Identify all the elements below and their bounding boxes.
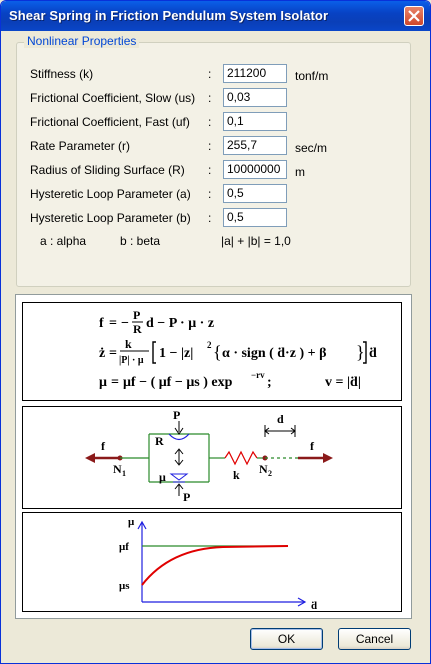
- radius-label: Radius of Sliding Surface (R): [30, 163, 185, 177]
- svg-text:=: =: [111, 375, 119, 390]
- p-top-label: P: [173, 408, 180, 422]
- close-button[interactable]: [404, 6, 424, 26]
- f-right-label: f: [310, 439, 315, 453]
- svg-text:=: =: [109, 316, 117, 331]
- n1-sub: 1: [122, 469, 126, 478]
- hysteretic-a-input[interactable]: 0,5: [223, 184, 287, 203]
- eq1-lhs: f: [99, 316, 104, 331]
- eq2-exp: 2: [207, 340, 212, 350]
- stiffness-label: Stiffness (k): [30, 67, 94, 81]
- n2-sub: 2: [268, 469, 272, 478]
- colon: :: [208, 163, 212, 177]
- eq1-rest: d − P · μ · z: [146, 316, 214, 331]
- n2-label: N: [259, 462, 268, 476]
- eq3-lhs: μ: [99, 375, 107, 390]
- mechanism-diagram-box: f N 1 R P μ P k N 2 d f: [22, 406, 402, 509]
- colon: :: [208, 211, 212, 225]
- d-label: d: [277, 412, 284, 426]
- title-bar: Shear Spring in Friction Pendulum System…: [1, 1, 430, 31]
- svg-text:{: {: [213, 342, 222, 362]
- eq1-R: R: [133, 322, 142, 336]
- cancel-button[interactable]: Cancel: [338, 628, 411, 650]
- friction-slow-input[interactable]: 0,03: [223, 88, 287, 107]
- alpha-note: a : alpha: [40, 234, 87, 248]
- rate-parameter-unit: sec/m: [295, 141, 328, 155]
- ok-button[interactable]: OK: [250, 628, 323, 650]
- eq2-body: 1 − |z|: [159, 346, 193, 361]
- eq3-exp: −rv: [251, 370, 265, 380]
- colon: :: [208, 91, 212, 105]
- colon: :: [208, 115, 212, 129]
- svg-text:=: =: [109, 346, 117, 361]
- friction-fast-input[interactable]: 0,1: [223, 112, 287, 131]
- rate-parameter-input[interactable]: 255,7: [223, 136, 287, 155]
- mechanism-diagram-svg: f N 1 R P μ P k N 2 d f: [85, 408, 333, 504]
- svg-text:}: }: [356, 342, 365, 362]
- eq2-tail: ḋ: [369, 346, 377, 361]
- friction-graph-svg: μ ḋ μf μs: [119, 516, 317, 611]
- eq2-den: |P| · μ: [119, 355, 144, 366]
- eq3-v: v = |ḋ|: [325, 375, 361, 390]
- mu-f-label: μf: [119, 541, 129, 553]
- eq2-lhs: ż: [99, 346, 105, 361]
- hysteretic-b-input[interactable]: 0,5: [223, 208, 287, 227]
- p-bottom-label: P: [183, 490, 190, 504]
- eq2-inner: α · sign ( ḋ·z ) + β: [222, 346, 326, 361]
- r-label: R: [155, 434, 164, 448]
- eq3-semicolon: ;: [267, 375, 272, 390]
- equations-box: f = − P R d − P · μ · z ż = k |P| · μ 1 …: [22, 302, 402, 401]
- window-title: Shear Spring in Friction Pendulum System…: [9, 8, 329, 23]
- beta-note: b : beta: [120, 234, 161, 248]
- friction-graph-box: μ ḋ μf μs: [22, 512, 402, 612]
- colon: :: [208, 187, 212, 201]
- eq1-minus: −: [121, 316, 129, 331]
- f-left-label: f: [101, 439, 106, 453]
- equations-svg: f = − P R d − P · μ · z ż = k |P| · μ 1 …: [99, 308, 377, 390]
- eq2-k: k: [125, 337, 132, 351]
- x-axis-label: ḋ: [311, 600, 317, 611]
- stiffness-unit: tonf/m: [295, 69, 329, 83]
- rate-parameter-label: Rate Parameter (r): [30, 139, 131, 153]
- mu-label: μ: [159, 470, 166, 484]
- hysteretic-a-label: Hysteretic Loop Parameter (a): [30, 187, 191, 201]
- radius-unit: m: [295, 165, 305, 179]
- mu-s-label: μs: [119, 580, 130, 592]
- radius-input[interactable]: 10000000: [223, 160, 287, 179]
- eq1-P: P: [133, 308, 140, 322]
- colon: :: [208, 139, 212, 153]
- group-title: Nonlinear Properties: [24, 34, 140, 48]
- k-label: k: [233, 468, 240, 482]
- friction-slow-label: Frictional Coefficient, Slow (us): [30, 91, 196, 105]
- stiffness-input[interactable]: 211200: [223, 64, 287, 83]
- eq3-body: μf − ( μf − μs ) exp: [123, 375, 233, 390]
- friction-fast-label: Frictional Coefficient, Fast (uf): [30, 115, 190, 129]
- constraint-note: |a| + |b| = 1,0: [221, 234, 291, 248]
- y-axis-label: μ: [128, 516, 135, 528]
- n1-label: N: [113, 462, 122, 476]
- close-icon: [408, 10, 420, 22]
- hysteretic-b-label: Hysteretic Loop Parameter (b): [30, 211, 191, 225]
- colon: :: [208, 67, 212, 81]
